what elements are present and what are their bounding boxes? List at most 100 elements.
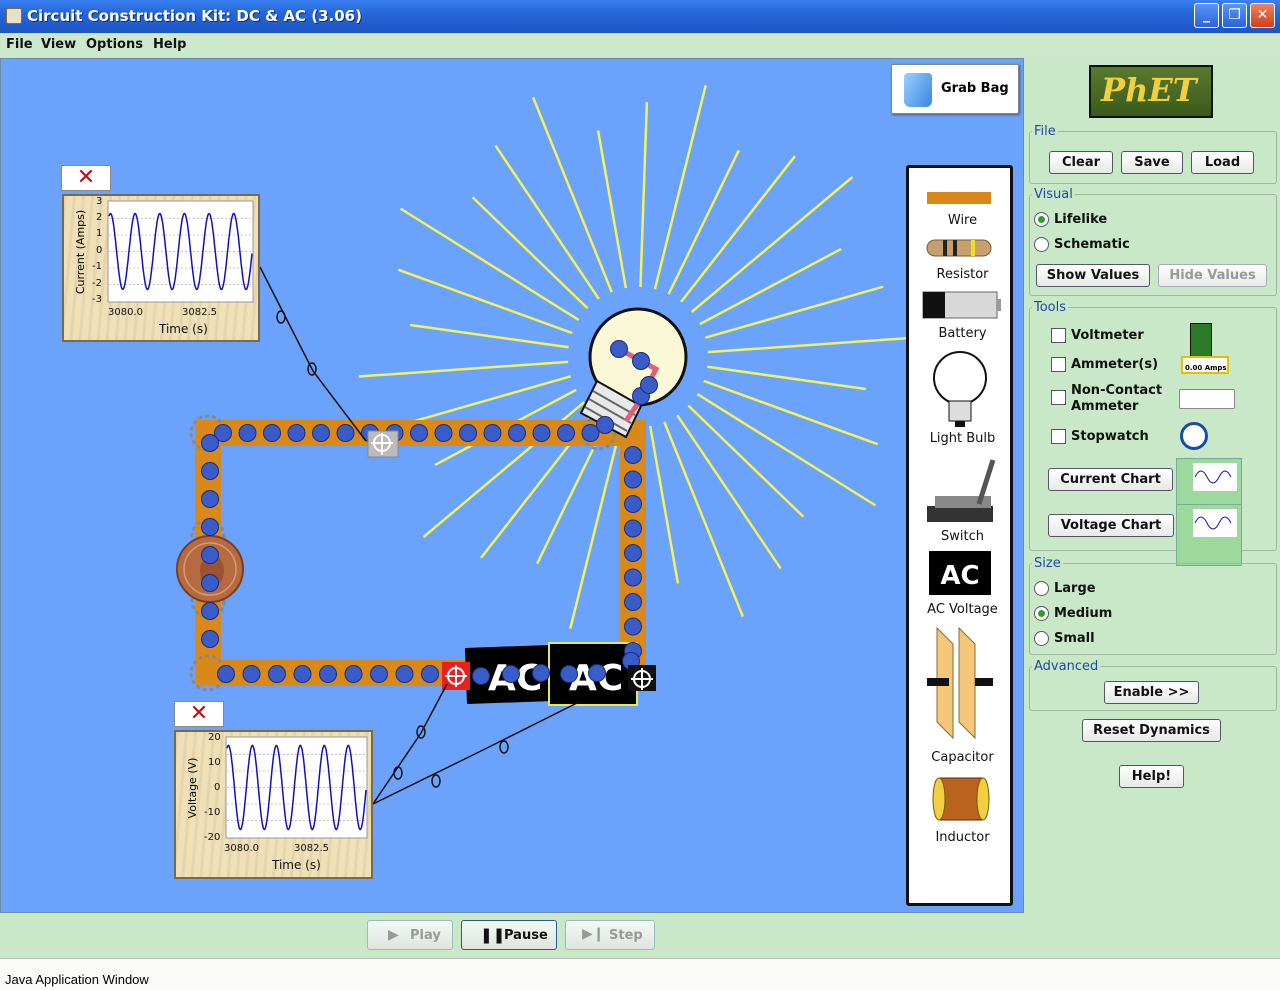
- current-chart-button[interactable]: Current Chart: [1048, 468, 1173, 491]
- clear-button[interactable]: Clear: [1049, 151, 1113, 174]
- close-button[interactable]: ✕: [1250, 3, 1275, 28]
- light-ray: [639, 102, 649, 288]
- large-radio[interactable]: [1034, 581, 1049, 596]
- electron: [610, 340, 628, 358]
- penny[interactable]: [176, 535, 244, 603]
- switch-icon[interactable]: [927, 459, 996, 522]
- play-label: Play: [410, 928, 441, 943]
- java-app-icon: [6, 8, 22, 24]
- size-group-title: Size: [1032, 556, 1063, 571]
- electron: [624, 446, 642, 464]
- wire-icon[interactable]: [927, 192, 991, 204]
- menu-options[interactable]: Options: [86, 37, 143, 52]
- circuit-play-area[interactable]: AC AC: [0, 58, 1024, 913]
- step-button[interactable]: ▶❙ Step: [565, 920, 655, 950]
- toolbox-light-bulb-label: Light Bulb: [929, 431, 996, 446]
- light-ray: [531, 96, 613, 293]
- hide-values-button[interactable]: Hide Values: [1158, 264, 1267, 287]
- current-chart-xlabel: Time (s): [159, 322, 208, 336]
- noncontact-ammeter-icon: [1179, 389, 1235, 409]
- resistor-icon[interactable]: [926, 239, 992, 257]
- pause-icon: ❚❚: [480, 926, 506, 944]
- voltage-ytick: -20: [204, 832, 221, 843]
- grab-bag-button[interactable]: Grab Bag: [891, 64, 1019, 114]
- electron: [287, 424, 306, 442]
- electron: [312, 424, 330, 442]
- voltage-chart-panel[interactable]: Voltage (V) 20 10 0 -10 -20 3080.0 3082.…: [174, 730, 373, 879]
- light-bulb-icon[interactable]: [933, 351, 987, 427]
- component-toolbox: AC Wire Resistor Battery Light Bulb Swit…: [906, 165, 1013, 906]
- pause-button[interactable]: ❚❚ Pause: [461, 920, 557, 950]
- battery-icon[interactable]: [922, 291, 1001, 319]
- ac-source-handle-right[interactable]: [628, 665, 656, 691]
- voltage-ytick: 0: [214, 782, 221, 793]
- electron: [410, 424, 428, 442]
- wire-loop[interactable]: [195, 420, 646, 686]
- light-ray: [392, 375, 572, 429]
- noncontact-label-line2: Ammeter: [1071, 399, 1139, 414]
- noncontact-ammeter-checkbox[interactable]: [1051, 390, 1066, 405]
- maximize-button[interactable]: ❐: [1222, 3, 1247, 28]
- schematic-radio[interactable]: [1034, 237, 1049, 252]
- chart-probe-leads[interactable]: [259, 266, 582, 805]
- voltage-chart-close-button[interactable]: ✕: [174, 701, 224, 727]
- stopwatch-icon: [1180, 422, 1208, 450]
- electron: [624, 593, 642, 611]
- light-bulb[interactable]: [579, 307, 688, 439]
- light-ray: [397, 268, 573, 335]
- step-icon: ▶❙: [582, 926, 605, 942]
- toolbox-capacitor-label: Capacitor: [931, 750, 994, 765]
- phet-logo-text: PhET: [1101, 71, 1197, 109]
- electron: [201, 462, 219, 480]
- large-label: Large: [1054, 581, 1096, 596]
- title-bar[interactable]: Circuit Construction Kit: DC & AC (3.06)…: [0, 0, 1280, 33]
- electron: [201, 546, 219, 564]
- voltage-xtick: 3082.5: [294, 843, 329, 854]
- electron: [434, 424, 453, 442]
- electron: [421, 665, 439, 683]
- voltage-chart-button[interactable]: Voltage Chart: [1048, 514, 1174, 537]
- current-ytick: -2: [92, 278, 102, 289]
- current-ytick: -1: [92, 261, 102, 272]
- small-radio[interactable]: [1034, 631, 1049, 646]
- play-button[interactable]: ▶ Play: [367, 920, 453, 950]
- help-button[interactable]: Help!: [1119, 765, 1184, 788]
- schematic-label: Schematic: [1054, 237, 1130, 252]
- reset-dynamics-button[interactable]: Reset Dynamics: [1082, 719, 1221, 742]
- current-xtick: 3080.0: [108, 307, 143, 318]
- capacitor-icon[interactable]: [927, 626, 993, 740]
- step-label: Step: [609, 928, 643, 943]
- ac-voltage-icon-label: AC: [940, 561, 979, 591]
- lifelike-radio[interactable]: [1034, 212, 1049, 227]
- light-ray: [569, 424, 623, 629]
- electron: [624, 495, 642, 513]
- medium-radio[interactable]: [1034, 606, 1049, 621]
- light-ray: [596, 130, 628, 289]
- light-ray: [703, 379, 879, 446]
- advanced-enable-button[interactable]: Enable >>: [1104, 681, 1199, 704]
- stopwatch-checkbox[interactable]: [1051, 429, 1066, 444]
- menu-file[interactable]: File: [6, 37, 33, 52]
- electron: [588, 664, 606, 682]
- menu-help[interactable]: Help: [153, 37, 186, 52]
- voltage-chart-plot: Voltage (V): [186, 736, 368, 839]
- voltmeter-checkbox[interactable]: [1051, 328, 1066, 343]
- ammeter-checkbox[interactable]: [1051, 357, 1066, 372]
- current-ytick: 0: [96, 245, 103, 256]
- voltage-chart-xlabel: Time (s): [272, 858, 321, 872]
- menu-view[interactable]: View: [41, 37, 76, 52]
- current-chart-close-button[interactable]: ✕: [61, 165, 111, 191]
- current-chart-panel[interactable]: Current (Amps) 3 2 1 0 -1 -2 -3 3080.0 3…: [62, 194, 260, 342]
- minimize-button[interactable]: _: [1194, 3, 1219, 28]
- toolbox-resistor-label: Resistor: [936, 267, 989, 282]
- light-ray: [653, 85, 707, 290]
- electron: [640, 376, 658, 394]
- load-button[interactable]: Load: [1191, 151, 1254, 174]
- save-button[interactable]: Save: [1121, 151, 1183, 174]
- circuit-canvas[interactable]: AC AC: [1, 59, 1024, 913]
- wire-handle-top[interactable]: [367, 430, 399, 458]
- ac-voltage-icon[interactable]: AC: [929, 551, 991, 595]
- inductor-icon[interactable]: [932, 777, 990, 821]
- light-ray: [707, 336, 918, 354]
- show-values-button[interactable]: Show Values: [1036, 264, 1150, 287]
